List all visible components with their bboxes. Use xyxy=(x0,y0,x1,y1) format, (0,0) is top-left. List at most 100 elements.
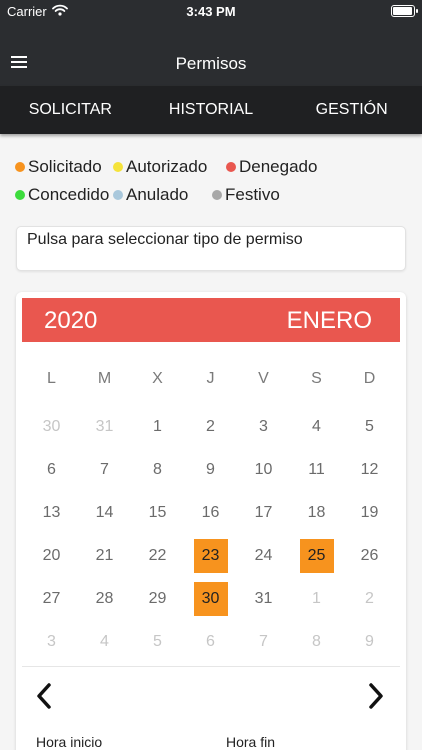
calendar-day[interactable]: 4 xyxy=(78,620,131,663)
tab-gestion[interactable]: GESTIÓN xyxy=(281,86,422,134)
day-number: 6 xyxy=(47,460,56,478)
weekday-label: D xyxy=(363,370,376,387)
chevron-left-icon[interactable] xyxy=(34,682,54,710)
calendar-day-requested[interactable]: 23 xyxy=(184,534,237,577)
calendar-day[interactable]: 1 xyxy=(290,577,343,620)
calendar-day-requested[interactable]: 25 xyxy=(290,534,343,577)
day-number: 26 xyxy=(360,546,379,564)
day-number: 25 xyxy=(299,538,334,573)
calendar-day[interactable]: 24 xyxy=(237,534,290,577)
weekday-label: V xyxy=(258,370,269,387)
day-number: 7 xyxy=(259,632,268,650)
calendar-day[interactable]: 20 xyxy=(25,534,78,577)
day-number: 28 xyxy=(95,589,114,607)
day-number: 21 xyxy=(95,546,114,564)
calendar-week: 6 7 8 9 10 11 12 xyxy=(25,448,396,491)
calendar-day[interactable]: 6 xyxy=(184,620,237,663)
calendar-day[interactable]: 26 xyxy=(343,534,396,577)
day-number: 15 xyxy=(148,503,167,521)
day-number: 9 xyxy=(365,632,374,650)
day-number: 7 xyxy=(100,460,109,478)
day-number: 22 xyxy=(148,546,167,564)
legend-item-concedido: Concedido xyxy=(15,181,113,209)
tab-solicitar[interactable]: SOLICITAR xyxy=(0,86,141,134)
legend-row: Concedido Anulado Festivo xyxy=(15,181,415,209)
calendar-day[interactable]: 21 xyxy=(78,534,131,577)
day-number: 10 xyxy=(254,460,273,478)
calendar-day[interactable]: 22 xyxy=(131,534,184,577)
calendar-day[interactable]: 2 xyxy=(184,405,237,448)
legend-label: Denegado xyxy=(239,157,318,176)
calendar-day-requested[interactable]: 30 xyxy=(184,577,237,620)
calendar-day[interactable]: 3 xyxy=(237,405,290,448)
calendar-day[interactable]: 18 xyxy=(290,491,343,534)
calendar-day[interactable]: 28 xyxy=(78,577,131,620)
calendar-day[interactable]: 31 xyxy=(237,577,290,620)
calendar-day[interactable]: 8 xyxy=(290,620,343,663)
day-number: 16 xyxy=(201,503,220,521)
calendar-day[interactable]: 13 xyxy=(25,491,78,534)
day-number: 1 xyxy=(153,417,162,435)
legend-row: Solicitado Autorizado Denegado xyxy=(15,153,415,181)
navbar: Permisos xyxy=(0,24,422,86)
calendar-day[interactable]: 8 xyxy=(131,448,184,491)
legend-item-anulado: Anulado xyxy=(113,181,212,209)
calendar-day[interactable]: 1 xyxy=(131,405,184,448)
calendar-week: 13 14 15 16 17 18 19 xyxy=(25,491,396,534)
day-number: 24 xyxy=(254,546,273,564)
tab-historial[interactable]: HISTORIAL xyxy=(141,86,282,134)
legend-label: Solicitado xyxy=(28,157,102,176)
calendar-day[interactable]: 5 xyxy=(343,405,396,448)
calendar-day[interactable]: 17 xyxy=(237,491,290,534)
weekday-label: L xyxy=(47,370,56,387)
calendar-day[interactable]: 12 xyxy=(343,448,396,491)
anulado-dot-icon xyxy=(113,190,123,200)
calendar-day[interactable]: 9 xyxy=(184,448,237,491)
day-number: 31 xyxy=(254,589,273,607)
calendar-day[interactable]: 11 xyxy=(290,448,343,491)
day-number: 4 xyxy=(100,632,109,650)
permit-type-select[interactable]: Pulsa para seleccionar tipo de permiso xyxy=(16,226,406,271)
day-number: 19 xyxy=(360,503,379,521)
day-number: 8 xyxy=(153,460,162,478)
calendar-day[interactable]: 7 xyxy=(237,620,290,663)
legend-item-solicitado: Solicitado xyxy=(15,153,113,181)
day-number: 18 xyxy=(307,503,326,521)
calendar-day[interactable]: 6 xyxy=(25,448,78,491)
calendar: 2020 ENERO L M X J V S D 30 31 1 2 3 4 5 6 7 8 9 10… xyxy=(16,292,406,750)
legend-label: Autorizado xyxy=(126,157,208,176)
status-legend: Solicitado Autorizado Denegado Concedido… xyxy=(15,153,415,209)
calendar-day[interactable]: 7 xyxy=(78,448,131,491)
calendar-day[interactable]: 5 xyxy=(131,620,184,663)
calendar-day[interactable]: 27 xyxy=(25,577,78,620)
day-number: 12 xyxy=(360,460,379,478)
calendar-day[interactable]: 15 xyxy=(131,491,184,534)
status-bar: Carrier 3:43 PM xyxy=(0,0,422,24)
legend-label: Festivo xyxy=(225,185,280,204)
calendar-day[interactable]: 14 xyxy=(78,491,131,534)
legend-label: Concedido xyxy=(28,185,110,204)
calendar-day[interactable]: 2 xyxy=(343,577,396,620)
divider xyxy=(22,666,400,667)
legend-item-autorizado: Autorizado xyxy=(113,153,226,181)
calendar-day[interactable]: 31 xyxy=(78,405,131,448)
day-number: 6 xyxy=(206,632,215,650)
weekday-label: X xyxy=(152,370,163,387)
calendar-day[interactable]: 30 xyxy=(25,405,78,448)
autorizado-dot-icon xyxy=(113,162,123,172)
calendar-day[interactable]: 10 xyxy=(237,448,290,491)
calendar-week: 27 28 29 30 31 1 2 xyxy=(25,577,396,620)
day-number: 20 xyxy=(42,546,61,564)
calendar-day[interactable]: 16 xyxy=(184,491,237,534)
day-number: 8 xyxy=(312,632,321,650)
chevron-right-icon[interactable] xyxy=(366,682,386,710)
calendar-day[interactable]: 19 xyxy=(343,491,396,534)
calendar-day[interactable]: 3 xyxy=(25,620,78,663)
calendar-day[interactable]: 9 xyxy=(343,620,396,663)
day-number: 14 xyxy=(95,503,114,521)
calendar-day[interactable]: 4 xyxy=(290,405,343,448)
solicitado-dot-icon xyxy=(15,162,25,172)
calendar-day[interactable]: 29 xyxy=(131,577,184,620)
calendar-week: 20 21 22 23 24 25 26 xyxy=(25,534,396,577)
festivo-dot-icon xyxy=(212,190,222,200)
